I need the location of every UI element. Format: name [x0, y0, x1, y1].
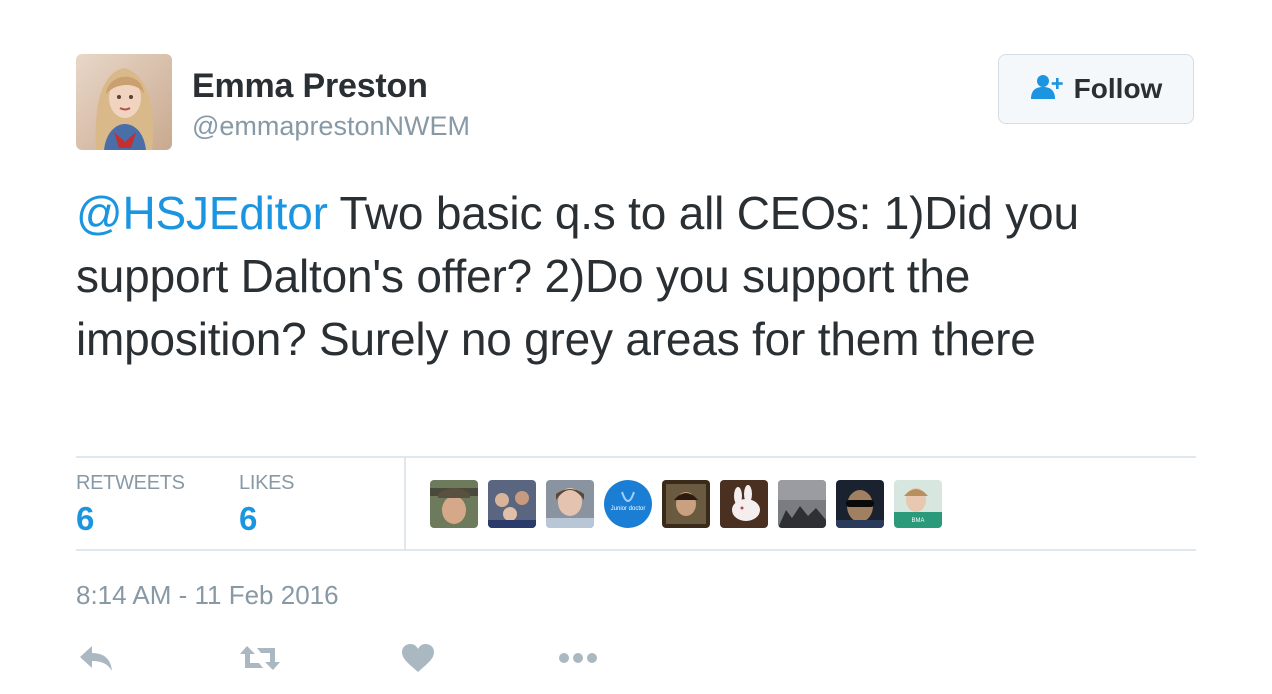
liker-avatar-9[interactable]: BMA	[894, 480, 942, 528]
author-handle[interactable]: @emmaprestonNWEM	[192, 111, 470, 142]
follow-button-label: Follow	[1073, 73, 1163, 104]
liker-avatar-9-text: BMA	[911, 518, 924, 524]
liker-avatar-7[interactable]	[778, 480, 826, 528]
liker-avatar-2[interactable]	[488, 480, 536, 528]
liker-avatar-4-text: Junior doctor	[611, 506, 646, 512]
liker-avatar-1[interactable]	[430, 480, 478, 528]
retweet-icon	[239, 644, 281, 677]
likers-list: Junior doctor BMA	[430, 480, 942, 528]
liker-avatar-8[interactable]	[836, 480, 884, 528]
stats-bottom-divider	[76, 549, 1196, 551]
author-name[interactable]: Emma Preston	[192, 67, 428, 106]
reply-button[interactable]	[74, 640, 118, 680]
stats-top-divider	[76, 456, 1196, 458]
more-icon	[558, 651, 598, 669]
retweets-count[interactable]: 6	[76, 500, 94, 538]
liker-avatar-6[interactable]	[720, 480, 768, 528]
more-button[interactable]	[556, 640, 600, 680]
reply-icon	[78, 644, 114, 677]
liker-avatar-4[interactable]: Junior doctor	[604, 480, 652, 528]
retweet-button[interactable]	[238, 640, 282, 680]
stats-vertical-divider	[404, 458, 406, 550]
likes-count[interactable]: 6	[239, 500, 257, 538]
likes-label[interactable]: LIKES	[239, 472, 295, 495]
like-icon	[401, 643, 435, 678]
tweet-timestamp[interactable]: 8:14 AM - 11 Feb 2016	[76, 580, 339, 611]
follow-button[interactable]: Follow	[998, 54, 1194, 124]
author-avatar[interactable]	[76, 54, 172, 150]
tweet-text: @HSJEditor Two basic q.s to all CEOs: 1)…	[76, 182, 1176, 371]
liker-avatar-3[interactable]	[546, 480, 594, 528]
liker-avatar-5[interactable]	[662, 480, 710, 528]
retweets-label[interactable]: RETWEETS	[76, 472, 185, 495]
like-button[interactable]	[396, 640, 440, 680]
follow-user-icon	[1030, 74, 1064, 105]
tweet-mention[interactable]: @HSJEditor	[76, 187, 328, 239]
